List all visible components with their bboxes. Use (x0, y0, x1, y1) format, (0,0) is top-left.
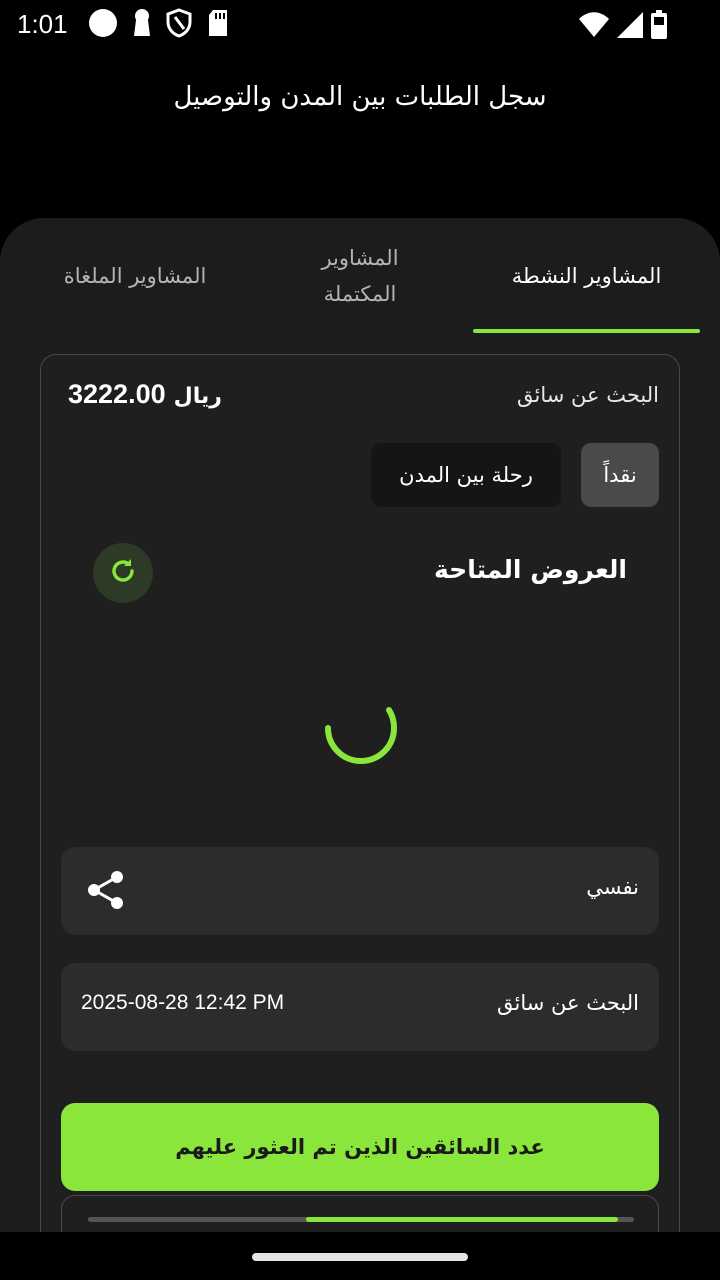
payment-method-chip: نقداً (581, 443, 659, 507)
loading-spinner (320, 687, 402, 769)
passenger-row: نفسي (61, 847, 659, 935)
sd-card-icon (206, 8, 230, 42)
main-sheet: المشاوير النشطة المشاوير المكتملة المشاو… (0, 218, 720, 1258)
status-left-icons (88, 8, 230, 42)
tab-cancelled-rides[interactable]: المشاوير الملغاة (20, 218, 250, 334)
ride-status: البحث عن سائق (517, 383, 659, 407)
tab-active-rides-label: المشاوير النشطة (511, 264, 662, 288)
offers-title: العروض المتاحة (434, 555, 627, 584)
ride-price: ريال 3222.00 (68, 379, 222, 410)
progress-fill (306, 1217, 618, 1222)
status-bar: 1:01 (0, 0, 720, 50)
refresh-button[interactable] (93, 543, 153, 603)
status-row-label: البحث عن سائق (497, 991, 639, 1015)
system-nav-bar (0, 1232, 720, 1280)
progress-track (88, 1217, 634, 1222)
signal-icon (616, 11, 644, 43)
shield-icon (166, 8, 192, 42)
tab-bar: المشاوير النشطة المشاوير المكتملة المشاو… (0, 218, 720, 334)
home-handle[interactable] (252, 1253, 468, 1261)
price-amount: 3222.00 (68, 379, 166, 409)
drivers-found-button[interactable]: عدد السائقين الذين تم العثور عليهم (61, 1103, 659, 1191)
passenger-name: نفسي (586, 875, 639, 899)
tab-cancelled-rides-label: المشاوير الملغاة (63, 264, 207, 288)
circle-icon (88, 8, 118, 42)
share-icon[interactable] (85, 869, 127, 911)
keyhole-icon (132, 8, 152, 42)
ride-type-chip: رحلة بين المدن (371, 443, 561, 507)
ride-card: البحث عن سائق ريال 3222.00 نقداً رحلة بي… (40, 354, 680, 1258)
battery-icon (650, 10, 668, 44)
status-right-icons (578, 10, 668, 44)
status-time-row: البحث عن سائق 2025-08-28 12:42 PM (61, 963, 659, 1051)
status-time: 1:01 (17, 9, 68, 39)
page-title: سجل الطلبات بين المدن والتوصيل (173, 82, 547, 112)
refresh-icon (108, 556, 138, 590)
tab-completed-rides[interactable]: المشاوير المكتملة (250, 218, 470, 334)
tab-completed-rides-label: المشاوير المكتملة (321, 246, 399, 306)
wifi-icon (578, 11, 610, 43)
tab-active-rides[interactable]: المشاوير النشطة (473, 218, 700, 334)
price-currency: ريال (173, 384, 222, 409)
tab-indicator (473, 329, 700, 333)
ride-datetime: 2025-08-28 12:42 PM (81, 991, 285, 1014)
